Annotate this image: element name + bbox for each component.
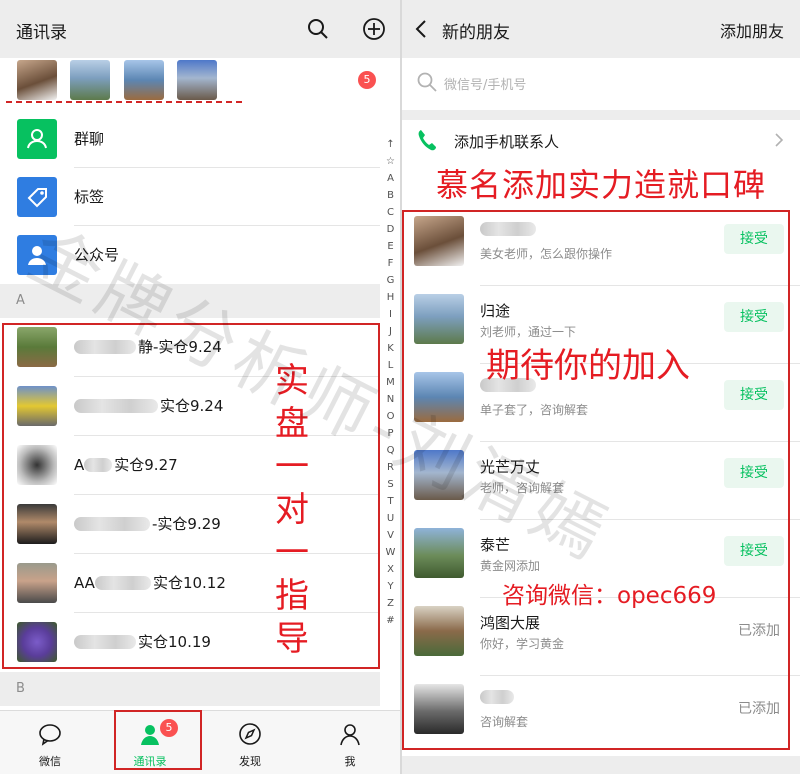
search-icon bbox=[417, 72, 437, 92]
group-chat-icon bbox=[17, 119, 57, 159]
alphabet-index-letter[interactable]: V bbox=[381, 527, 400, 544]
annotation-box bbox=[2, 323, 380, 669]
alphabet-index-letter[interactable]: I bbox=[381, 306, 400, 323]
alphabet-index-letter[interactable]: A bbox=[381, 170, 400, 187]
alphabet-index-letter[interactable]: Y bbox=[381, 578, 400, 595]
contacts-header: 通讯录 bbox=[0, 0, 400, 58]
menu-group-chat[interactable]: 群聊 bbox=[0, 110, 380, 168]
alphabet-index-letter[interactable]: ↑ bbox=[381, 136, 400, 153]
alphabet-index-letter[interactable]: P bbox=[381, 425, 400, 442]
new-friends-badge: 5 bbox=[358, 71, 376, 89]
phone-icon bbox=[418, 130, 436, 151]
alphabet-index-letter[interactable]: Q bbox=[381, 442, 400, 459]
alphabet-index-letter[interactable]: C bbox=[381, 204, 400, 221]
tab-chats[interactable]: 微信 bbox=[0, 711, 100, 774]
alphabet-index-letter[interactable]: L bbox=[381, 357, 400, 374]
alphabet-index-letter[interactable]: T bbox=[381, 493, 400, 510]
new-friends-header: 新的朋友 添加朋友 bbox=[402, 0, 800, 58]
annotation-join: 期待你的加入 bbox=[486, 346, 690, 386]
annotation-contact: 咨询微信：opec669 bbox=[502, 583, 717, 609]
tag-icon bbox=[17, 177, 57, 217]
alphabet-index-letter[interactable]: M bbox=[381, 374, 400, 391]
avatar bbox=[70, 60, 110, 100]
add-phone-contacts-label: 添加手机联系人 bbox=[454, 133, 560, 151]
add-phone-contacts[interactable]: 添加手机联系人 bbox=[402, 120, 800, 162]
alphabet-index-letter[interactable]: X bbox=[381, 561, 400, 578]
official-account-icon bbox=[17, 235, 57, 275]
alphabet-index-letter[interactable]: U bbox=[381, 510, 400, 527]
alphabet-index[interactable]: ↑ ☆ A B C D E F G H I J K L M N O P Q R S T U V W X Y Z # bbox=[381, 136, 400, 629]
tab-discover[interactable]: 发现 bbox=[200, 711, 300, 774]
avatar bbox=[124, 60, 164, 100]
new-friends-panel: 新的朋友 添加朋友 微信号/手机号 添加手机联系人 慕名添加实力造就口碑 美女老… bbox=[402, 0, 800, 774]
tab-me[interactable]: 我 bbox=[300, 711, 400, 774]
search-input[interactable]: 微信号/手机号 bbox=[402, 58, 800, 110]
menu-label: 标签 bbox=[74, 188, 105, 206]
me-icon bbox=[340, 724, 360, 746]
search-icon[interactable] bbox=[306, 17, 330, 41]
contacts-panel: 通讯录 5 群聊 标签 公众号 A 静-实仓9.24 实仓9.24 A 实仓9.… bbox=[0, 0, 400, 774]
annotation-box bbox=[402, 210, 790, 750]
section-header-a: A bbox=[0, 284, 380, 318]
alphabet-index-letter[interactable]: W bbox=[381, 544, 400, 561]
add-circle-icon[interactable] bbox=[362, 17, 386, 41]
new-friends-avatars[interactable]: 5 bbox=[0, 58, 400, 106]
add-friends-button[interactable]: 添加朋友 bbox=[720, 18, 784, 42]
alphabet-index-letter[interactable]: J bbox=[381, 323, 400, 340]
alphabet-index-letter[interactable]: Z bbox=[381, 595, 400, 612]
chevron-right-icon bbox=[775, 133, 784, 147]
page-title: 通讯录 bbox=[16, 23, 67, 43]
alphabet-index-letter[interactable]: E bbox=[381, 238, 400, 255]
alphabet-index-letter[interactable]: O bbox=[381, 408, 400, 425]
chat-icon bbox=[39, 724, 61, 746]
annotation-vertical-text: 实盘一对一指导 bbox=[275, 361, 309, 659]
alphabet-index-letter[interactable]: B bbox=[381, 187, 400, 204]
page-title: 新的朋友 bbox=[442, 23, 510, 43]
alphabet-index-letter[interactable]: K bbox=[381, 340, 400, 357]
alphabet-index-letter[interactable]: D bbox=[381, 221, 400, 238]
annotation-box bbox=[114, 710, 202, 770]
avatar bbox=[177, 60, 217, 100]
menu-official-accounts[interactable]: 公众号 bbox=[0, 226, 380, 284]
search-placeholder: 微信号/手机号 bbox=[444, 78, 527, 93]
alphabet-index-letter[interactable]: # bbox=[381, 612, 400, 629]
alphabet-index-letter[interactable]: F bbox=[381, 255, 400, 272]
alphabet-index-letter[interactable]: R bbox=[381, 459, 400, 476]
menu-label: 公众号 bbox=[74, 246, 120, 264]
menu-label: 群聊 bbox=[74, 130, 105, 148]
menu-tags[interactable]: 标签 bbox=[0, 168, 380, 226]
alphabet-index-letter[interactable]: ☆ bbox=[381, 153, 400, 170]
compass-icon bbox=[239, 723, 261, 745]
alphabet-index-letter[interactable]: G bbox=[381, 272, 400, 289]
annotation-dashed-line bbox=[6, 101, 242, 103]
alphabet-index-letter[interactable]: H bbox=[381, 289, 400, 306]
back-icon[interactable] bbox=[414, 18, 428, 40]
section-header-b: B bbox=[0, 672, 380, 706]
alphabet-index-letter[interactable]: S bbox=[381, 476, 400, 493]
annotation-headline: 慕名添加实力造就口碑 bbox=[402, 162, 800, 208]
alphabet-index-letter[interactable]: N bbox=[381, 391, 400, 408]
avatar bbox=[17, 60, 57, 100]
